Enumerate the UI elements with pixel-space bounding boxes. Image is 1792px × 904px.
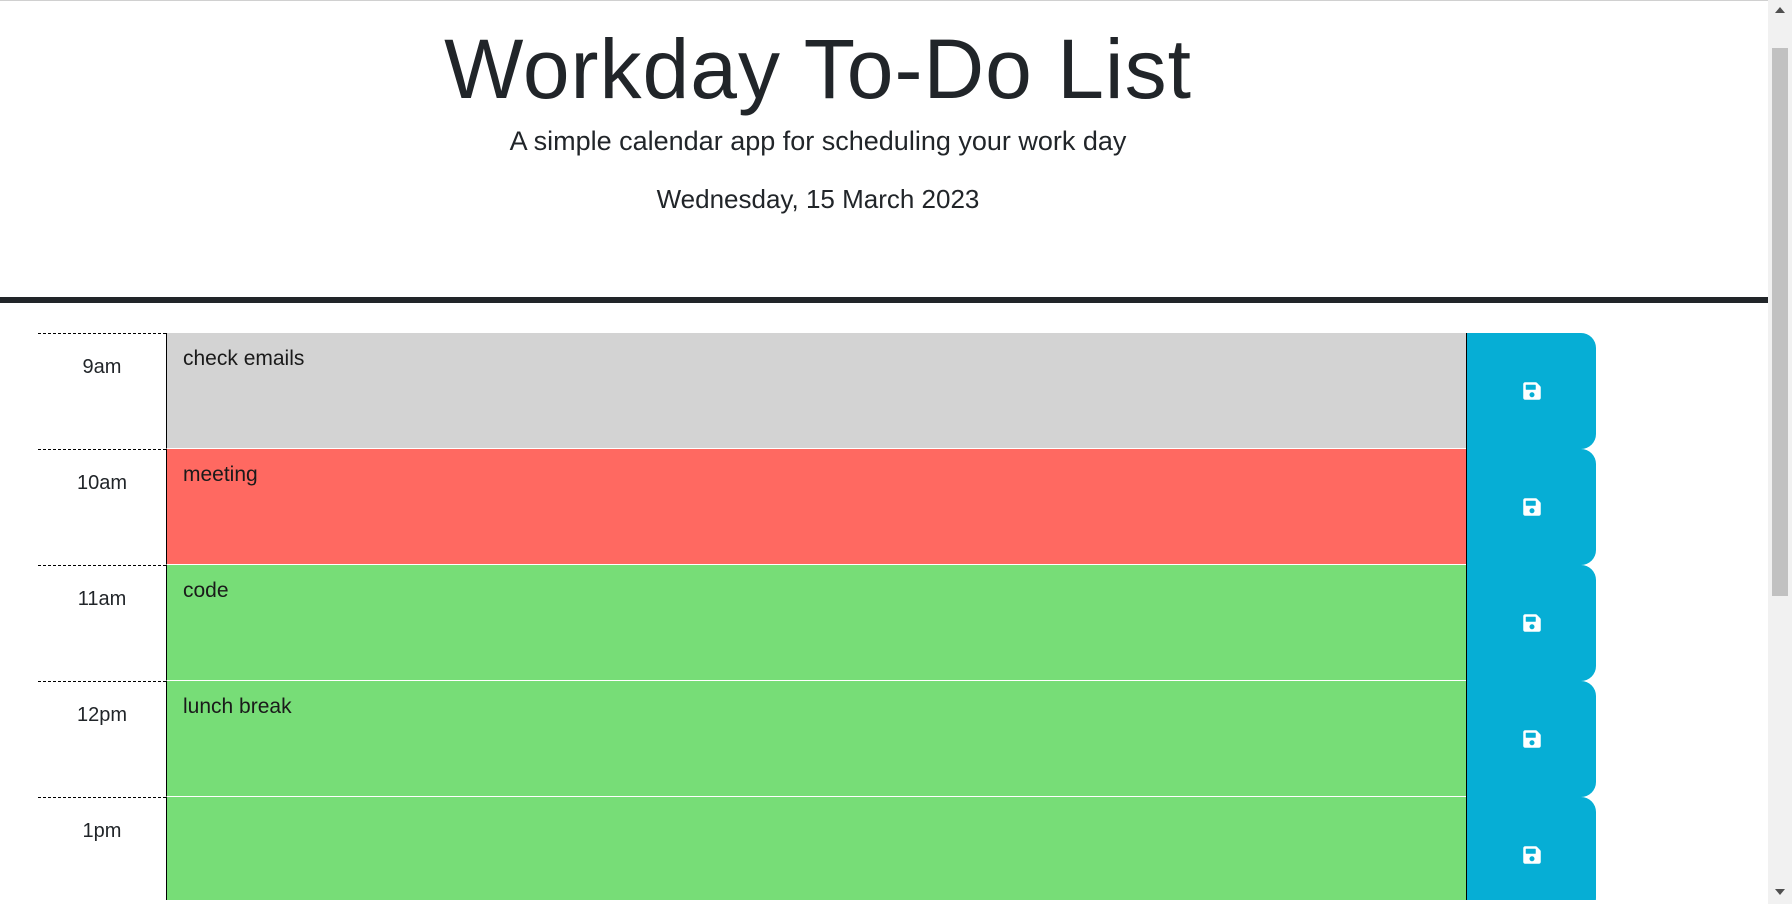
time-block-9am: 9am check emails (38, 333, 1598, 449)
scroll-up-arrow-icon[interactable] (1768, 0, 1792, 20)
scroll-down-arrow-icon[interactable] (1768, 882, 1792, 902)
page: Workday To-Do List A simple calendar app… (0, 0, 1792, 904)
vertical-scrollbar[interactable] (1768, 0, 1792, 904)
time-block-list: 9am check emails 10am meeting 11am code … (38, 333, 1598, 901)
hour-label: 12pm (38, 681, 166, 797)
time-block-10am: 10am meeting (38, 449, 1598, 565)
description-input[interactable]: lunch break (166, 681, 1466, 797)
time-block-1pm: 1pm (38, 797, 1598, 901)
floppy-disk-icon (1522, 614, 1541, 632)
save-button[interactable] (1466, 797, 1596, 901)
scrollbar-thumb[interactable] (1772, 48, 1788, 596)
time-block-12pm: 12pm lunch break (38, 681, 1598, 797)
hour-label: 1pm (38, 797, 166, 901)
window-bottom-edge (0, 900, 1768, 904)
description-input[interactable]: meeting (166, 449, 1466, 565)
floppy-disk-icon (1522, 498, 1541, 516)
hour-label: 11am (38, 565, 166, 681)
save-button[interactable] (1466, 565, 1596, 681)
description-input[interactable]: code (166, 565, 1466, 681)
time-block-11am: 11am code (38, 565, 1598, 681)
save-button[interactable] (1466, 333, 1596, 449)
viewport: Workday To-Do List A simple calendar app… (0, 0, 1768, 901)
save-button[interactable] (1466, 681, 1596, 797)
page-subtitle: A simple calendar app for scheduling you… (509, 126, 1127, 156)
floppy-disk-icon (1522, 730, 1541, 748)
save-button[interactable] (1466, 449, 1596, 565)
floppy-disk-icon (1522, 846, 1541, 864)
current-day: Wednesday, 15 March 2023 (656, 184, 980, 214)
hour-label: 10am (38, 449, 166, 565)
description-input[interactable]: check emails (166, 333, 1466, 449)
header: Workday To-Do List A simple calendar app… (0, 1, 1768, 303)
description-input[interactable] (166, 797, 1466, 901)
hour-label: 9am (38, 333, 166, 449)
floppy-disk-icon (1522, 382, 1541, 400)
page-title: Workday To-Do List (444, 22, 1192, 116)
